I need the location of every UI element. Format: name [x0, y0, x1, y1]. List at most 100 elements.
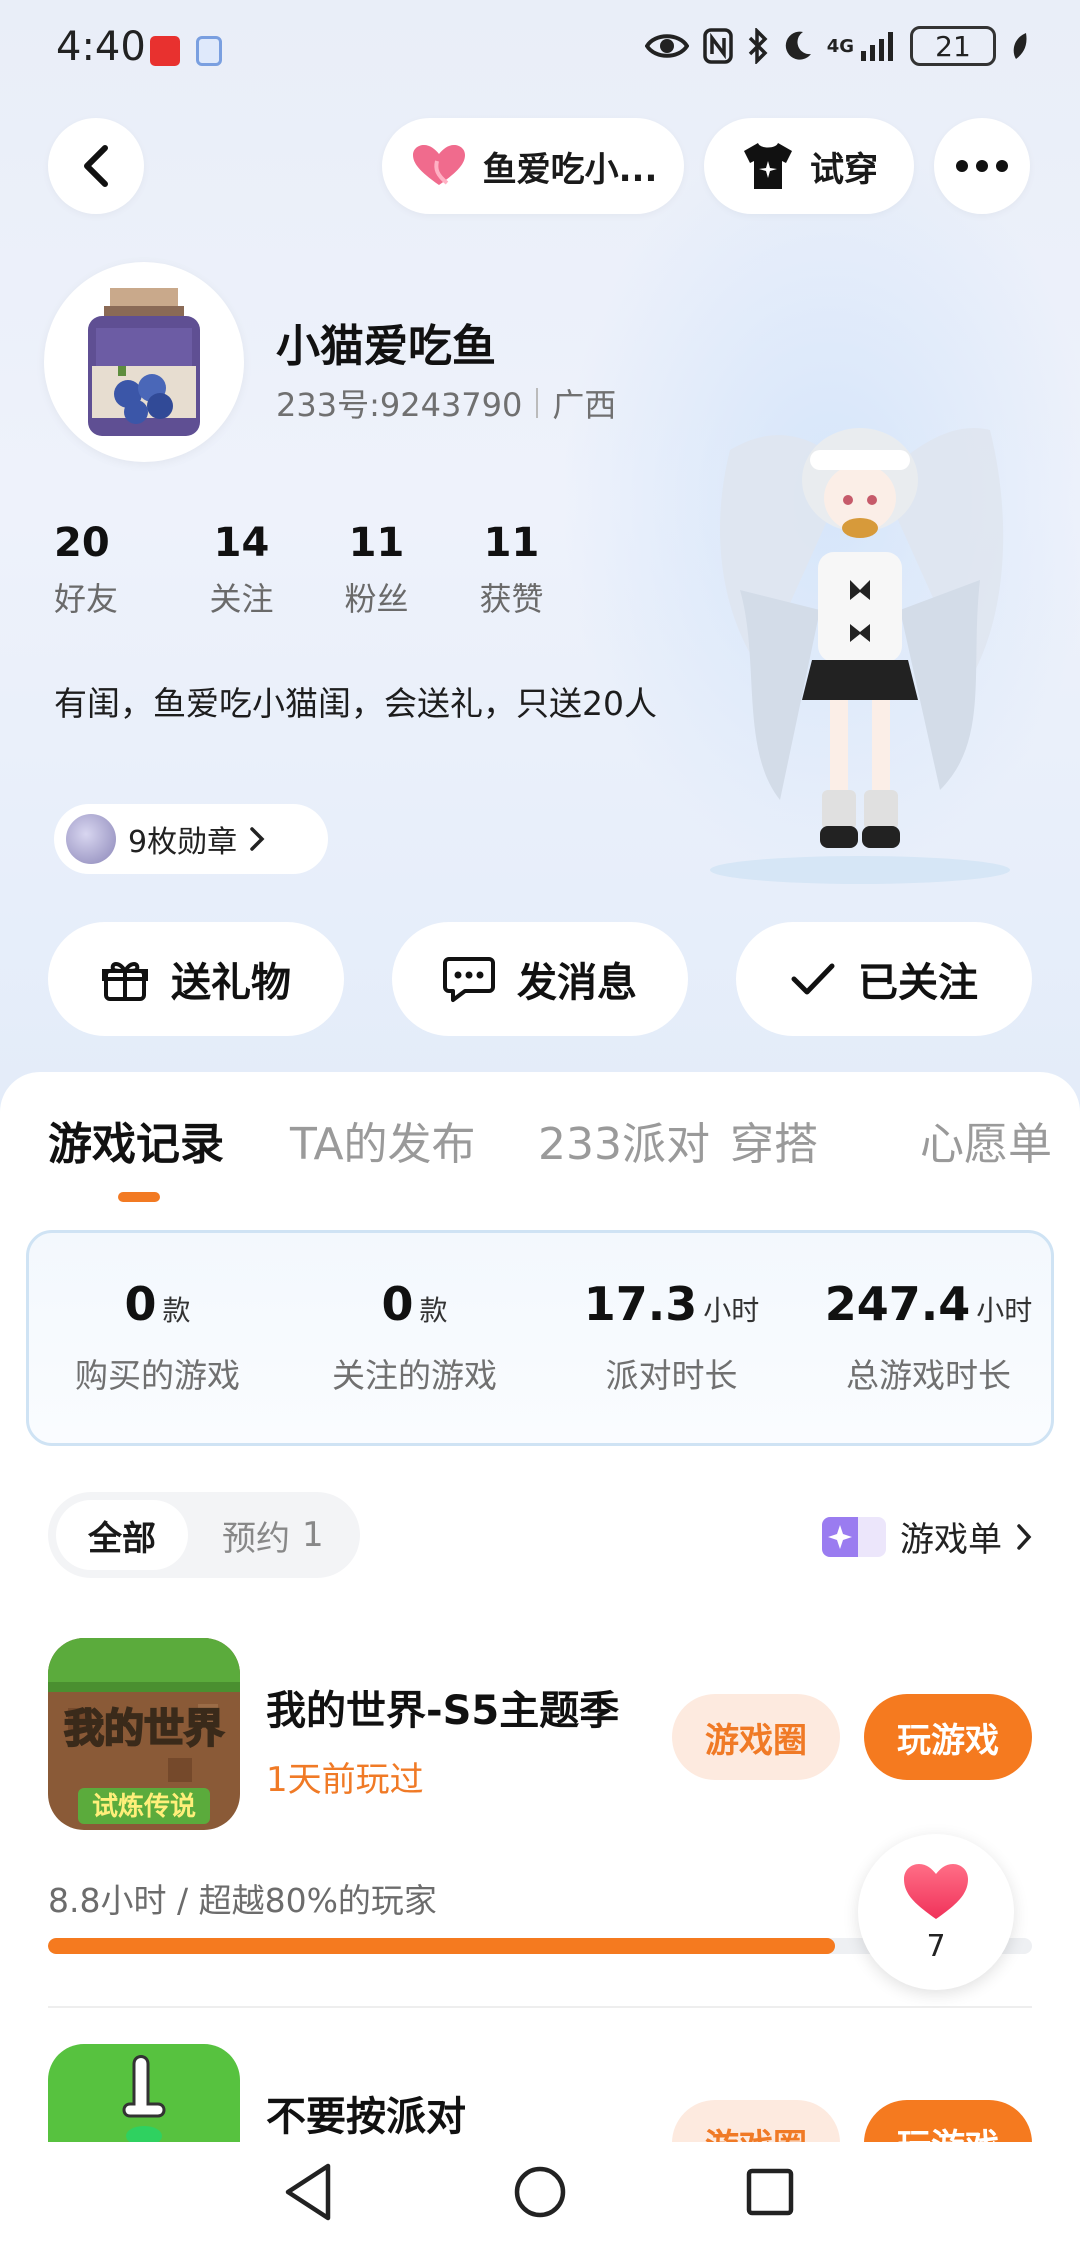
checkmark-icon	[791, 963, 835, 995]
active-tab-indicator	[118, 1192, 160, 1202]
summary-value: 0款	[381, 1277, 448, 1331]
medals-label: 9枚勋章	[128, 825, 238, 860]
user-region: 广西	[552, 386, 617, 424]
signal-icon	[861, 32, 893, 61]
huawei-app-icon	[150, 36, 180, 66]
back-button[interactable]	[48, 118, 144, 214]
play-game-button[interactable]: 玩游戏	[864, 2100, 1032, 2142]
stat-value: 11	[348, 520, 405, 566]
like-floating-button[interactable]: 7	[858, 1834, 1014, 1990]
send-gift-label: 送礼物	[171, 960, 291, 1006]
status-bar: 4:40 4G 21	[0, 0, 1080, 100]
summary-label: 关注的游戏	[332, 1356, 497, 1395]
bluetooth-icon	[748, 28, 768, 64]
battery-indicator: 21	[910, 26, 996, 66]
tab-party[interactable]: 233派对	[538, 1108, 710, 1172]
eye-icon	[644, 34, 689, 58]
stat-label: 获赞	[479, 580, 544, 618]
medal-icon	[66, 814, 116, 864]
status-icons: 4G 21	[644, 26, 1030, 66]
stat-label: 好友	[54, 580, 119, 618]
summary-label: 派对时长	[605, 1356, 738, 1395]
following-button[interactable]: 已关注	[736, 922, 1032, 1036]
user-bio: 有闺，鱼爱吃小猫闺，会送礼，只送20人	[54, 684, 657, 723]
blueberry-jar-avatar-icon	[48, 266, 240, 458]
game-list-link[interactable]: 游戏单	[822, 1512, 1032, 1561]
summary-followed[interactable]: 0款 关注的游戏	[286, 1277, 543, 1397]
chevron-left-icon	[84, 145, 108, 187]
summary-value: 0款	[124, 1277, 191, 1331]
game-circle-button[interactable]: 游戏圈	[672, 1694, 840, 1780]
game-summary-card: 0款 购买的游戏 0款 关注的游戏 17.3 小时 派对时长 247.4 小时 总游…	[26, 1230, 1054, 1446]
svg-text:试炼传说: 试炼传说	[92, 1792, 196, 1822]
tab-wishlist[interactable]: 心愿单	[920, 1108, 1052, 1172]
user-id: 233号:9243790	[276, 386, 523, 424]
game-title: 不要按派对	[266, 2094, 466, 2140]
play-game-button[interactable]: 玩游戏	[864, 1694, 1032, 1780]
tab-outfits[interactable]: 穿搭	[730, 1108, 818, 1172]
playtime-progress-fill	[48, 1938, 836, 1954]
chevron-right-icon	[250, 827, 265, 851]
summary-purchased[interactable]: 0款 购买的游戏	[29, 1277, 286, 1397]
nav-recent-apps-icon[interactable]	[744, 2162, 796, 2222]
stat-value: 20	[54, 520, 110, 566]
summary-value: 247.4 小时	[824, 1277, 1033, 1331]
summary-party-time[interactable]: 17.3 小时 派对时长	[543, 1277, 800, 1397]
stat-value: 11	[483, 520, 540, 566]
gift-icon	[102, 962, 148, 1001]
send-gift-button[interactable]: 送礼物	[48, 922, 344, 1036]
stat-following[interactable]: 14 关注	[174, 520, 309, 620]
game-row[interactable]: 不要按派对 游戏圈 玩游戏	[48, 2044, 1032, 2142]
friend-relation-chip[interactable]: 鱼爱吃小...	[382, 118, 684, 214]
last-played-label: 1天前玩过	[266, 1760, 424, 1800]
tab-posts[interactable]: TA的发布	[290, 1108, 476, 1172]
nav-home-icon[interactable]	[512, 2162, 568, 2222]
double-heart-icon	[412, 145, 465, 185]
system-navigation-bar	[0, 2142, 1080, 2244]
game-circle-button[interactable]: 游戏圈	[672, 2100, 840, 2142]
send-message-button[interactable]: 发消息	[392, 922, 688, 1036]
try-on-button[interactable]: 试穿	[704, 118, 914, 214]
chevron-right-icon	[1017, 1523, 1032, 1550]
game-list-label: 游戏单	[900, 1520, 1002, 1560]
summary-total-time[interactable]: 247.4 小时 总游戏时长	[800, 1277, 1057, 1397]
playtime-text: 8.8小时 / 超越80%的玩家	[48, 1881, 437, 1920]
tab-game-records[interactable]: 游戏记录	[48, 1108, 224, 1172]
game-filter-toggle: 全部 预约 1	[48, 1492, 360, 1578]
divider	[48, 2006, 1032, 2008]
user-avatar[interactable]	[44, 262, 244, 462]
dont-press-party-game-icon	[48, 2044, 240, 2142]
game-title: 我的世界-S5主题季	[266, 1688, 620, 1734]
user-nickname: 小猫爱吃鱼	[276, 321, 496, 372]
medals-chip[interactable]: 9枚勋章	[54, 804, 328, 874]
filter-reserved-count: 1	[302, 1515, 324, 1555]
minecraft-game-icon: 我的世界 试炼传说	[48, 1638, 240, 1830]
more-options-button[interactable]	[934, 118, 1030, 214]
following-label: 已关注	[858, 960, 978, 1006]
nav-back-icon[interactable]	[282, 2162, 334, 2222]
tshirt-icon	[744, 143, 792, 189]
stat-label: 粉丝	[344, 580, 409, 618]
avatar-character-figure[interactable]	[700, 410, 1020, 890]
filter-reserved[interactable]: 预约 1	[222, 1492, 324, 1578]
chat-bubble-icon	[443, 957, 495, 1002]
power-saving-leaf-icon	[1013, 33, 1027, 59]
game-list-icon	[822, 1516, 886, 1557]
stat-friends[interactable]: 20 好友	[54, 520, 174, 620]
summary-label: 购买的游戏	[75, 1356, 240, 1395]
svg-text:我的世界: 我的世界	[64, 1706, 224, 1752]
like-count: 7	[926, 1928, 946, 1964]
stat-label: 关注	[209, 580, 274, 618]
moon-icon	[785, 31, 811, 60]
filter-all[interactable]: 全部	[56, 1500, 188, 1570]
filter-reserved-label: 预约	[222, 1518, 290, 1559]
notification-app-icon	[196, 36, 222, 66]
more-dots-icon	[956, 160, 1008, 172]
try-on-label: 试穿	[810, 149, 878, 190]
network-type-label: 4G	[826, 35, 854, 57]
divider	[536, 388, 539, 418]
stat-fans[interactable]: 11 粉丝	[309, 520, 444, 620]
profile-stats: 20 好友 14 关注 11 粉丝 11 获赞	[54, 520, 579, 620]
stat-likes[interactable]: 11 获赞	[444, 520, 579, 620]
status-time: 4:40	[56, 24, 146, 70]
